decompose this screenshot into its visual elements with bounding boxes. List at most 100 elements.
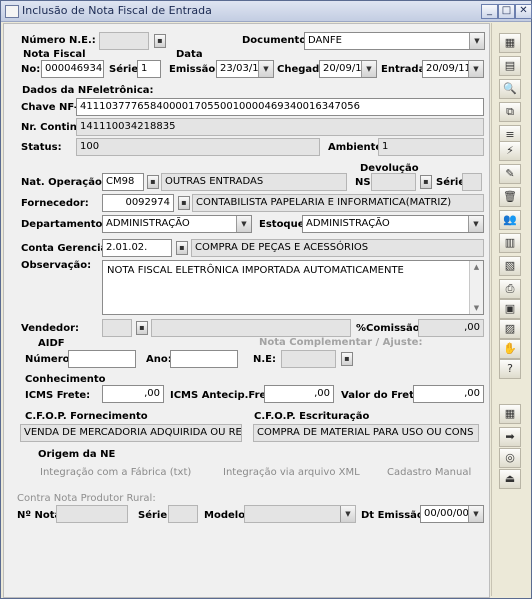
nota-complementar-label: Nota Complementar / Ajuste: [259,337,423,348]
departamento-select[interactable]: ADMINISTRAÇÃO ▼ [102,215,252,233]
observacao-scrollbar[interactable]: ▲ ▼ [469,261,483,314]
fornecedor-lookup-icon[interactable]: ▪ [178,196,190,210]
chevron-down-icon: ▼ [468,61,483,77]
departamento-value: ADMINISTRAÇÃO [106,218,190,229]
produtor-modelo-select[interactable]: ▼ [244,505,356,523]
help-icon: ? [507,362,513,375]
minimize-button[interactable]: _ [481,4,498,19]
comissao-field[interactable]: ,00 [418,319,484,337]
cfop-escrituracao-field: COMPRA DE MATERIAL PARA USO OU CONS [253,424,479,442]
toolbar-button-18[interactable]: ➡ [499,427,521,447]
toolbar-button-11[interactable]: ▧ [499,256,521,276]
aidf-ano-label: Ano: [146,354,172,365]
icms-antecip-field[interactable]: ,00 [264,385,334,403]
vendedor-code[interactable] [102,319,132,337]
origem-label: Origem da NE [38,449,116,460]
conta-gerencial-label: Conta Gerencial: [21,243,115,254]
ns-field[interactable] [371,173,416,191]
toolbar-button-8[interactable]: 🗑 [499,187,521,207]
observacao-textarea[interactable]: NOTA FISCAL ELETRÔNICA IMPORTADA AUTOMAT… [102,260,484,315]
table-icon: ▤ [504,59,516,72]
notes-icon: ▧ [504,259,516,272]
fornecedor-label: Fornecedor: [21,198,89,209]
nat-operacao-lookup-icon[interactable]: ▪ [147,175,159,189]
produtor-nota-field[interactable] [56,505,128,523]
close-button[interactable]: ✕ [515,4,532,19]
toolbar-button-1[interactable]: ▦ [499,33,521,53]
complementar-ne-lookup-icon[interactable]: ▪ [341,352,353,366]
toolbar-button-14[interactable]: ▨ [499,319,521,339]
conta-gerencial-lookup-icon[interactable]: ▪ [176,241,188,255]
toolbar-button-19[interactable]: ◎ [499,448,521,468]
scroll-up-icon[interactable]: ▲ [470,261,483,273]
documents-icon: ▥ [504,236,516,249]
icms-frete-field[interactable]: ,00 [102,385,164,403]
vendedor-name [151,319,351,337]
nat-operacao-code[interactable]: CM98 [102,173,144,191]
produtor-serie-label: Série: [138,510,172,521]
serie-field[interactable]: 1 [137,60,161,78]
estoque-select[interactable]: ADMINISTRAÇÃO ▼ [302,215,484,233]
toolbar-button-20[interactable]: ⏏ [499,469,521,489]
toolbar-button-13[interactable]: ▣ [499,299,521,319]
conta-gerencial-desc: COMPRA DE PEÇAS E ACESSÓRIOS [191,239,484,257]
toolbar-button-6[interactable]: ⚡ [499,141,521,161]
origem-option-fabrica[interactable]: Integração com a Fábrica (txt) [40,467,191,478]
ambiente-field[interactable]: 1 [378,138,484,156]
chegada-date[interactable]: 20/09/11 ▼ [319,60,377,78]
no-field[interactable]: 000046934 [41,60,104,78]
complementar-ne-field[interactable] [281,350,336,368]
list-icon: ≡ [505,128,515,141]
conting-field[interactable]: 141110034218835 [76,118,484,136]
maximize-button[interactable]: □ [498,4,515,19]
toolbar-button-15[interactable]: ✋ [499,339,521,359]
toolbar-button-7[interactable]: ✎ [499,164,521,184]
cfop-fornecimento-label: C.F.O.P. Fornecimento [25,411,148,422]
numero-ne-field[interactable] [99,32,149,50]
toolbar-button-2[interactable]: ▤ [499,56,521,76]
valor-frete-field[interactable]: ,00 [413,385,484,403]
emissao-label: Emissão: [169,64,220,75]
ns-lookup-icon[interactable]: ▪ [420,175,432,189]
chave-field[interactable]: 4111037776584000017055001000046934001634… [76,98,484,116]
entrada-value: 20/09/11 [426,63,471,74]
emissao-date[interactable]: 23/03/11 ▼ [216,60,274,78]
devolucao-serie-field[interactable] [462,173,482,191]
numero-ne-lookup-icon[interactable]: ▪ [154,34,166,48]
toolbar-button-10[interactable]: ▥ [499,233,521,253]
chart-icon: ▨ [504,322,516,335]
toolbar-button-12[interactable]: ⎙ [499,279,521,299]
fornecedor-code[interactable]: 0092974 [102,194,174,212]
toolbar-button-4[interactable]: ⧉ [499,102,521,122]
data-label: Data [176,49,203,60]
toolbar-button-3[interactable]: 🔍 [499,79,521,99]
vendedor-lookup-icon[interactable]: ▪ [136,321,148,335]
status-field[interactable]: 100 [76,138,320,156]
entrada-date[interactable]: 20/09/11 ▼ [422,60,484,78]
conta-gerencial-code[interactable]: 2.01.02. [102,239,172,257]
nota-fiscal-label: Nota Fiscal [23,49,86,60]
produtor-dt-label: Dt Emissão: [361,510,428,521]
origem-option-xml[interactable]: Integração via arquivo XML [223,467,360,478]
chevron-down-icon: ▼ [468,216,483,232]
aidf-ano-field[interactable] [170,350,238,368]
produtor-dt-date[interactable]: 00/00/00 ▼ [420,505,484,523]
toolbar-button-17[interactable]: ▦ [499,404,521,424]
complementar-ne-label: N.E: [253,354,276,365]
documento-select[interactable]: DANFE ▼ [304,32,485,50]
chevron-down-icon: ▼ [236,216,251,232]
cfop-escrituracao-label: C.F.O.P. Escrituração [254,411,370,422]
produtor-serie-field[interactable] [168,505,198,523]
observacao-label: Observação: [21,260,92,271]
aidf-numero-field[interactable] [68,350,136,368]
toolbar-button-9[interactable]: 👥 [499,210,521,230]
hand-icon: ✋ [503,342,517,355]
toolbar-button-16[interactable]: ? [499,359,521,379]
trash-icon: 🗑 [503,190,517,203]
origem-option-manual[interactable]: Cadastro Manual [387,467,471,478]
copy-icon: ⧉ [506,105,514,118]
produtor-modelo-label: Modelo: [204,510,250,521]
comissao-label: %Comissão: [356,323,424,334]
produtor-rural-label: Contra Nota Produtor Rural: [17,493,156,504]
scroll-down-icon[interactable]: ▼ [470,302,483,314]
